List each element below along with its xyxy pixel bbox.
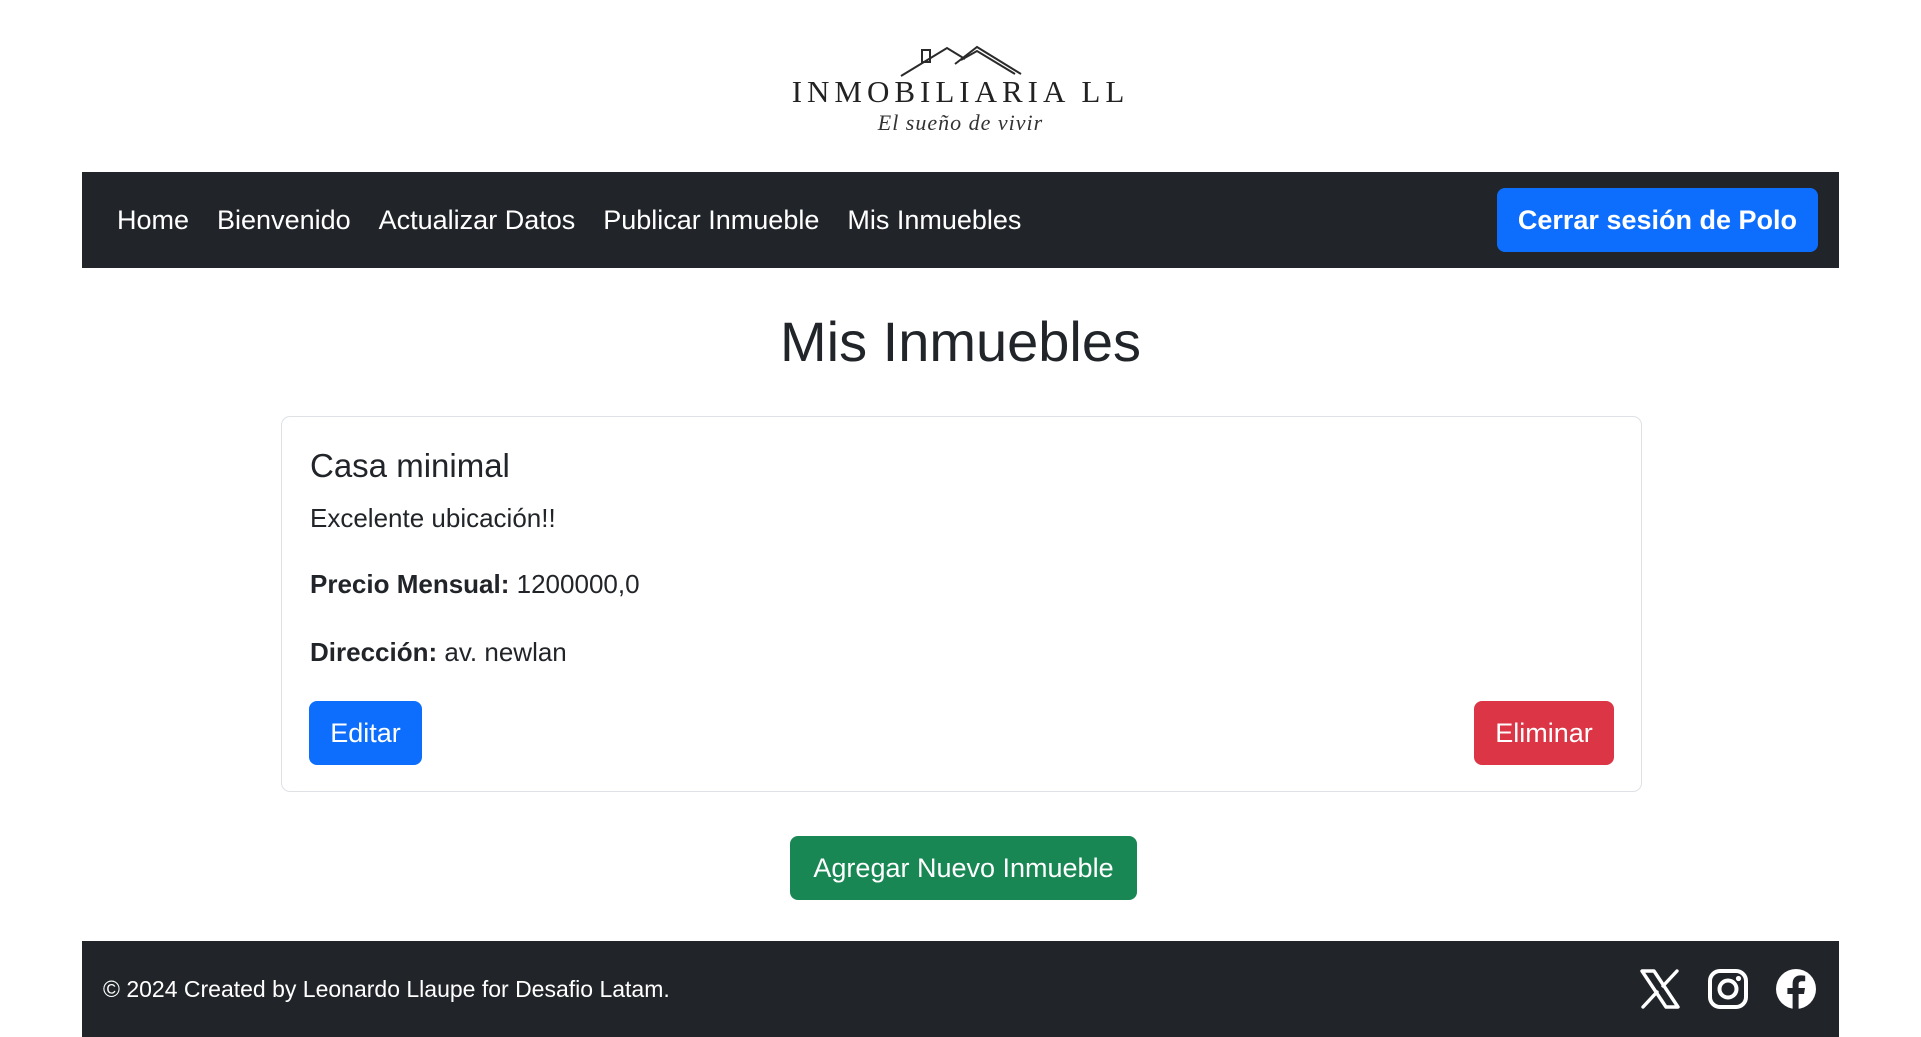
house-roof-icon: [900, 45, 1023, 77]
brand-header: INMOBILIARIA LL El sueño de vivir: [0, 0, 1921, 172]
instagram-icon[interactable]: [1706, 967, 1750, 1011]
footer-copyright: © 2024 Created by Leonardo Llaupe for De…: [103, 975, 670, 1002]
brand-logo[interactable]: INMOBILIARIA LL El sueño de vivir: [792, 40, 1130, 136]
price-label: Precio Mensual:: [310, 568, 510, 599]
edit-button[interactable]: Editar: [309, 701, 422, 765]
delete-button[interactable]: Eliminar: [1474, 701, 1614, 765]
nav-link-home[interactable]: Home: [117, 205, 189, 236]
add-property-button[interactable]: Agregar Nuevo Inmueble: [790, 836, 1137, 900]
page-title: Mis Inmuebles: [779, 310, 1142, 373]
property-title: Casa minimal: [310, 447, 510, 484]
social-links: [1614, 967, 1818, 1011]
page-footer: © 2024 Created by Leonardo Llaupe for De…: [82, 941, 1839, 1037]
address-value: av. newlan: [444, 637, 567, 668]
price-value: 1200000,0: [516, 568, 640, 599]
x-icon[interactable]: [1638, 967, 1682, 1011]
address-label: Dirección:: [310, 637, 438, 668]
property-card: Casa minimal Excelente ubicación!! Preci…: [281, 416, 1642, 792]
property-address: Dirección: av. newlan: [310, 634, 1613, 670]
property-description: Excelente ubicación!!: [310, 502, 556, 533]
brand-tagline: El sueño de vivir: [877, 110, 1044, 135]
logout-button[interactable]: Cerrar sesión de Polo: [1496, 188, 1818, 252]
property-price: Precio Mensual: 1200000,0: [310, 566, 1613, 602]
nav-link-mis-inmuebles[interactable]: Mis Inmuebles: [847, 205, 1021, 236]
facebook-icon[interactable]: [1774, 967, 1818, 1011]
nav-link-bienvenido[interactable]: Bienvenido: [217, 205, 351, 236]
nav-link-publicar-inmueble[interactable]: Publicar Inmueble: [603, 205, 819, 236]
top-navbar: Home Bienvenido Actualizar Datos Publica…: [82, 172, 1839, 268]
nav-link-actualizar-datos[interactable]: Actualizar Datos: [379, 205, 576, 236]
nav-links: Home Bienvenido Actualizar Datos Publica…: [117, 205, 1049, 236]
brand-name: INMOBILIARIA LL: [791, 74, 1130, 109]
